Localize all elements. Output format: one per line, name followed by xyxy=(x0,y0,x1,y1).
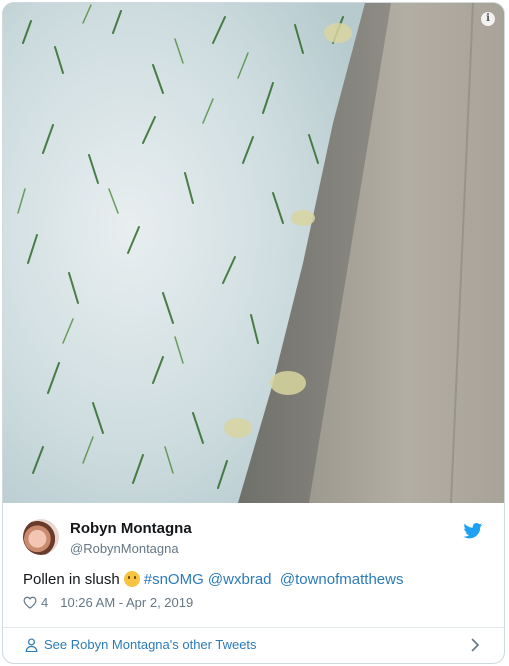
heart-icon[interactable] xyxy=(23,596,37,609)
chevron-right-icon[interactable] xyxy=(471,638,480,652)
hashtag-link[interactable]: #snOMG xyxy=(144,571,204,588)
twitter-bird-icon[interactable] xyxy=(463,523,483,539)
tweet-header: Robyn Montagna @RobynMontagna xyxy=(23,517,483,561)
embedded-tweet-card[interactable]: i Robyn Montagna @RobynMontagna Pollen i… xyxy=(2,2,505,664)
mention-link-wxbrad[interactable]: @wxbrad xyxy=(208,571,272,588)
like-count[interactable]: 4 xyxy=(41,595,48,610)
author-name[interactable]: Robyn Montagna xyxy=(70,520,192,537)
tweet-photo[interactable]: i xyxy=(3,3,504,503)
tweet-text-body: Pollen in slush xyxy=(23,571,120,588)
see-other-tweets-label[interactable]: See Robyn Montagna's other Tweets xyxy=(44,637,257,652)
tweet-footer[interactable]: See Robyn Montagna's other Tweets xyxy=(3,627,504,663)
info-icon[interactable]: i xyxy=(481,12,495,26)
see-other-tweets-link[interactable]: See Robyn Montagna's other Tweets xyxy=(25,637,257,652)
author-handle[interactable]: @RobynMontagna xyxy=(70,541,179,556)
tweet-text: Pollen in slush #snOMG @wxbrad @townofmat… xyxy=(23,571,403,588)
mention-link-townofmatthews[interactable]: @townofmatthews xyxy=(280,571,404,588)
photo-grass-slush-sidewalk xyxy=(3,3,504,503)
avatar[interactable] xyxy=(23,519,59,555)
tweet-meta: 4 10:26 AM - Apr 2, 2019 xyxy=(23,595,193,610)
tweet-timestamp[interactable]: 10:26 AM - Apr 2, 2019 xyxy=(60,595,193,610)
upside-down-face-emoji xyxy=(123,571,140,587)
person-icon xyxy=(25,637,38,652)
